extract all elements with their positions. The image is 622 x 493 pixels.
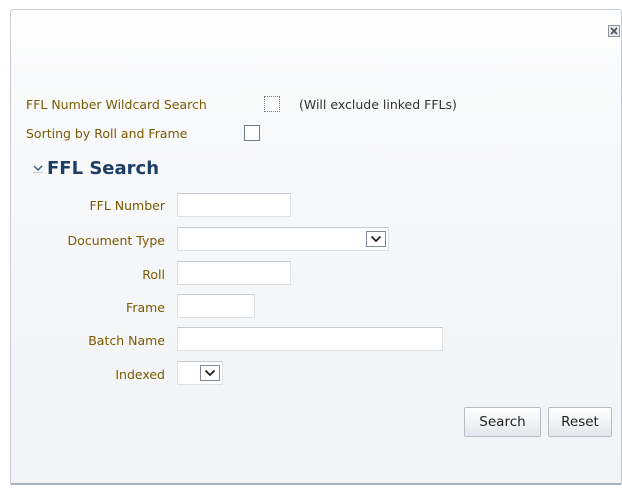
indexed-select[interactable]: [177, 361, 223, 385]
wildcard-note: (Will exclude linked FFLs): [299, 97, 457, 112]
batch-name-label: Batch Name: [88, 333, 165, 348]
wildcard-search-label: FFL Number Wildcard Search: [26, 97, 207, 112]
batch-name-input[interactable]: [177, 327, 443, 351]
search-button[interactable]: Search: [464, 407, 541, 437]
frame-label: Frame: [126, 300, 165, 315]
ffl-search-section-header[interactable]: FFL Search: [32, 157, 159, 179]
dropdown-arrow-icon: [366, 231, 386, 247]
ffl-search-dialog: FFL Number Wildcard Search (Will exclude…: [10, 9, 622, 485]
close-icon[interactable]: [608, 22, 620, 37]
sorting-checkbox[interactable]: [244, 125, 260, 141]
roll-input[interactable]: [177, 261, 291, 285]
frame-input[interactable]: [177, 294, 255, 318]
roll-label: Roll: [142, 267, 165, 282]
ffl-number-input[interactable]: [177, 193, 291, 217]
dropdown-arrow-icon: [200, 365, 220, 381]
reset-button[interactable]: Reset: [548, 407, 612, 437]
document-type-select[interactable]: [177, 227, 389, 251]
chevron-down-icon: [33, 165, 43, 173]
indexed-label: Indexed: [115, 367, 165, 382]
section-title: FFL Search: [47, 157, 160, 179]
document-type-label: Document Type: [67, 233, 165, 248]
ffl-number-label: FFL Number: [89, 198, 165, 213]
wildcard-search-checkbox[interactable]: [264, 96, 280, 112]
sorting-label: Sorting by Roll and Frame: [26, 126, 188, 141]
